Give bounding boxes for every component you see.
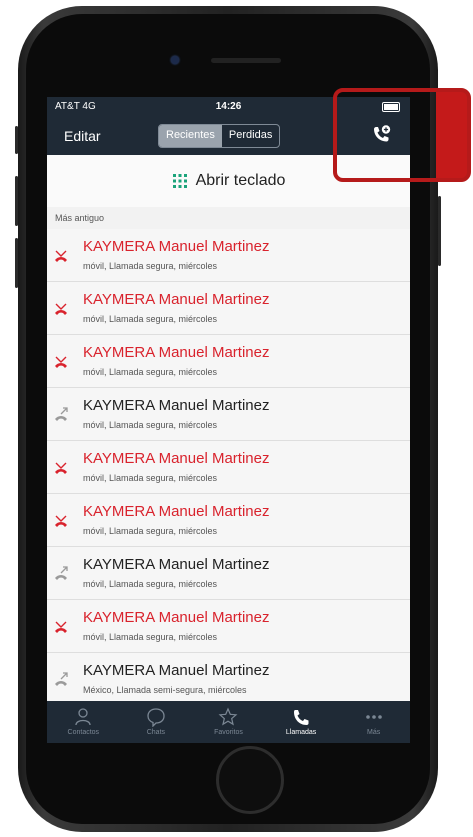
contact-name: KAYMERA Manuel Martinez <box>83 662 270 679</box>
missed-call-icon <box>55 515 67 527</box>
call-row[interactable]: KAYMERA Manuel Martinez móvil, Llamada se… <box>47 335 410 388</box>
phone-screen: AT&T 4G 14:26 Editar Recientes Perdidas … <box>47 97 410 743</box>
tab-recientes[interactable]: Recientes <box>159 125 222 147</box>
call-detail: móvil, Llamada segura, miércoles <box>83 261 218 271</box>
volume-down-button <box>15 238 18 288</box>
earpiece-speaker <box>211 58 281 63</box>
call-detail: móvil, Llamada segura, miércoles <box>83 526 218 536</box>
keypad-icon <box>172 174 187 188</box>
call-row[interactable]: KAYMERA Manuel Martinez móvil, Llamada se… <box>47 441 410 494</box>
call-detail: móvil, Llamada segura, miércoles <box>83 473 218 483</box>
contact-name: KAYMERA Manuel Martinez <box>83 344 270 361</box>
call-row[interactable]: KAYMERA Manuel Martinez móvil, Llamada se… <box>47 494 410 547</box>
outgoing-call-icon <box>55 566 68 580</box>
contact-name: KAYMERA Manuel Martinez <box>83 609 270 626</box>
segmented-control: Recientes Perdidas <box>158 124 281 148</box>
contact-name: KAYMERA Manuel Martinez <box>83 556 270 573</box>
missed-call-icon <box>55 621 67 633</box>
contact-name: KAYMERA Manuel Martinez <box>83 397 270 414</box>
call-detail: móvil, Llamada segura, miércoles <box>83 367 218 377</box>
call-detail: móvil, Llamada segura, miércoles <box>83 314 218 324</box>
missed-call-icon <box>55 356 67 368</box>
tabbar-item-person[interactable]: Contactos <box>47 701 120 743</box>
tab-bar: Contactos Chats Favoritos Llamadas Más <box>47 701 410 743</box>
tabbar-label: Contactos <box>67 729 100 736</box>
missed-call-icon <box>55 462 67 474</box>
tabbar-item-star[interactable]: Favoritos <box>192 701 265 743</box>
highlight-box <box>333 88 471 182</box>
tabbar-label: Chats <box>146 729 166 736</box>
contact-name: KAYMERA Manuel Martinez <box>83 238 270 255</box>
call-detail: México, Llamada semi-segura, miércoles <box>83 685 247 695</box>
call-detail: móvil, Llamada segura, miércoles <box>83 632 218 642</box>
volume-up-button <box>15 176 18 226</box>
edit-button[interactable]: Editar <box>64 128 101 144</box>
phone-icon <box>294 710 309 725</box>
tabbar-label: Más <box>367 729 381 736</box>
call-row[interactable]: KAYMERA Manuel Martinez móvil, Llamada se… <box>47 600 410 653</box>
tabbar-label: Llamadas <box>285 729 317 736</box>
call-detail: móvil, Llamada segura, miércoles <box>83 579 218 589</box>
front-camera <box>171 56 179 64</box>
power-button <box>438 196 441 266</box>
tab-perdidas[interactable]: Perdidas <box>222 125 279 147</box>
call-list: KAYMERA Manuel Martinez móvil, Llamada se… <box>47 229 410 706</box>
home-button[interactable] <box>216 746 284 814</box>
person-icon <box>75 708 91 726</box>
call-row[interactable]: KAYMERA Manuel Martinez móvil, Llamada se… <box>47 282 410 335</box>
star-icon <box>219 707 238 726</box>
call-row[interactable]: KAYMERA Manuel Martinez móvil, Llamada se… <box>47 229 410 282</box>
call-detail: móvil, Llamada segura, miércoles <box>83 420 218 430</box>
contact-name: KAYMERA Manuel Martinez <box>83 503 270 520</box>
tabbar-item-phone[interactable]: Llamadas <box>265 701 338 743</box>
call-row[interactable]: KAYMERA Manuel Martinez México, Llamada s… <box>47 653 410 706</box>
more-dots-icon <box>365 715 382 719</box>
open-keypad-label: Abrir teclado <box>195 172 286 189</box>
missed-call-icon <box>55 303 67 315</box>
outgoing-call-icon <box>55 407 68 421</box>
outgoing-call-icon <box>55 672 68 686</box>
missed-call-icon <box>55 250 67 262</box>
call-row[interactable]: KAYMERA Manuel Martinez móvil, Llamada se… <box>47 388 410 441</box>
tabbar-label: Favoritos <box>214 729 243 736</box>
mute-switch <box>15 126 18 154</box>
contact-name: KAYMERA Manuel Martinez <box>83 450 270 467</box>
contact-name: KAYMERA Manuel Martinez <box>83 291 270 308</box>
tabbar-item-more-dots[interactable]: Más <box>337 701 410 743</box>
call-row[interactable]: KAYMERA Manuel Martinez móvil, Llamada se… <box>47 547 410 600</box>
tabbar-item-chat-bubble[interactable]: Chats <box>120 701 193 743</box>
chat-bubble-icon <box>147 708 165 727</box>
section-header: Más antiguo <box>55 213 105 223</box>
